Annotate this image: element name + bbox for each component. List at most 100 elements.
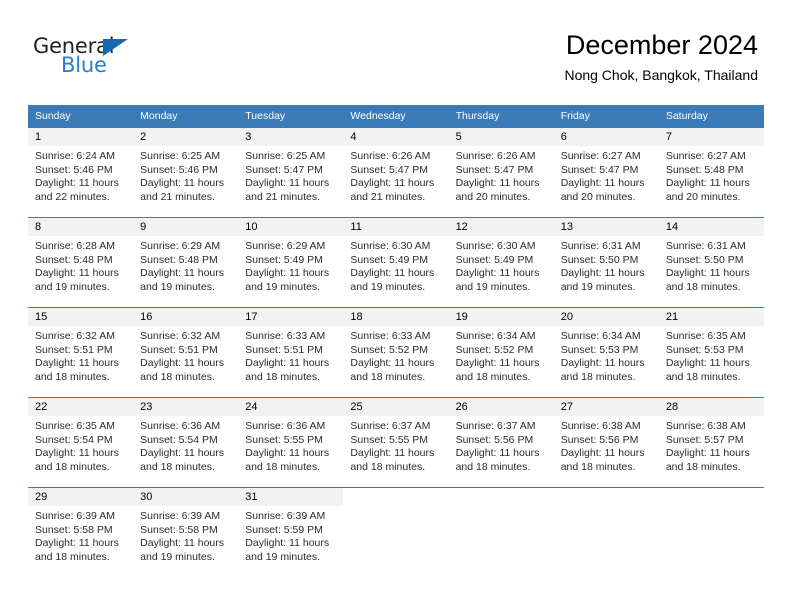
- daylight-text: Daylight: 11 hours and 18 minutes.: [35, 537, 119, 563]
- sunrise-text: Sunrise: 6:38 AM: [560, 420, 641, 432]
- calendar-page: General Blue December 2024 Nong Chok, Ba…: [0, 0, 792, 612]
- day-details: Sunrise: 6:32 AM Sunset: 5:51 PM Dayligh…: [28, 326, 133, 384]
- day-number: 3: [238, 128, 344, 146]
- calendar-body: 1 Sunrise: 6:24 AM Sunset: 5:46 PM Dayli…: [28, 127, 764, 578]
- day-cell[interactable]: 26 Sunrise: 6:37 AM Sunset: 5:56 PM Dayl…: [448, 397, 554, 488]
- daylight-text: Daylight: 11 hours and 18 minutes.: [560, 447, 645, 473]
- weekday-header-monday: Monday: [133, 105, 239, 128]
- day-cell[interactable]: 19 Sunrise: 6:34 AM Sunset: 5:52 PM Dayl…: [448, 307, 554, 398]
- day-cell[interactable]: 24 Sunrise: 6:36 AM Sunset: 5:55 PM Dayl…: [238, 397, 344, 488]
- sunrise-text: Sunrise: 6:25 AM: [245, 150, 326, 162]
- day-cell[interactable]: 14 Sunrise: 6:31 AM Sunset: 5:50 PM Dayl…: [658, 217, 764, 308]
- day-cell[interactable]: 11 Sunrise: 6:30 AM Sunset: 5:49 PM Dayl…: [343, 217, 449, 308]
- page-subtitle: Nong Chok, Bangkok, Thailand: [564, 67, 758, 84]
- day-cell[interactable]: 4 Sunrise: 6:26 AM Sunset: 5:47 PM Dayli…: [343, 127, 449, 218]
- day-cell[interactable]: 2 Sunrise: 6:25 AM Sunset: 5:46 PM Dayli…: [133, 127, 239, 218]
- sunset-text: Sunset: 5:52 PM: [455, 343, 534, 356]
- day-cell[interactable]: 22 Sunrise: 6:35 AM Sunset: 5:54 PM Dayl…: [28, 397, 134, 488]
- calendar-week-row: 1 Sunrise: 6:24 AM Sunset: 5:46 PM Dayli…: [28, 127, 764, 218]
- day-cell[interactable]: 9 Sunrise: 6:29 AM Sunset: 5:48 PM Dayli…: [133, 217, 239, 308]
- day-details: Sunrise: 6:31 AM Sunset: 5:50 PM Dayligh…: [554, 236, 659, 294]
- calendar-week-row: 8 Sunrise: 6:28 AM Sunset: 5:48 PM Dayli…: [28, 217, 764, 308]
- day-number: 9: [133, 218, 239, 236]
- day-cell[interactable]: 29 Sunrise: 6:39 AM Sunset: 5:58 PM Dayl…: [28, 487, 134, 578]
- sunrise-text: Sunrise: 6:26 AM: [350, 150, 431, 162]
- daylight-text: Daylight: 11 hours and 19 minutes.: [455, 267, 540, 293]
- day-cell[interactable]: 18 Sunrise: 6:33 AM Sunset: 5:52 PM Dayl…: [343, 307, 449, 398]
- day-details: Sunrise: 6:37 AM Sunset: 5:56 PM Dayligh…: [449, 416, 554, 474]
- day-details: Sunrise: 6:34 AM Sunset: 5:53 PM Dayligh…: [554, 326, 659, 384]
- logo-text-blue: Blue: [61, 53, 107, 77]
- day-cell[interactable]: 10 Sunrise: 6:29 AM Sunset: 5:49 PM Dayl…: [238, 217, 344, 308]
- day-cell[interactable]: 27 Sunrise: 6:38 AM Sunset: 5:56 PM Dayl…: [553, 397, 659, 488]
- day-details: Sunrise: 6:37 AM Sunset: 5:55 PM Dayligh…: [343, 416, 448, 474]
- sunset-text: Sunset: 5:49 PM: [455, 253, 534, 266]
- day-cell[interactable]: 17 Sunrise: 6:33 AM Sunset: 5:51 PM Dayl…: [238, 307, 344, 398]
- day-cell[interactable]: 15 Sunrise: 6:32 AM Sunset: 5:51 PM Dayl…: [28, 307, 134, 398]
- day-cell[interactable]: 21 Sunrise: 6:35 AM Sunset: 5:53 PM Dayl…: [658, 307, 764, 398]
- day-cell[interactable]: 16 Sunrise: 6:32 AM Sunset: 5:51 PM Dayl…: [133, 307, 239, 398]
- day-number: [343, 488, 449, 506]
- day-details: Sunrise: 6:29 AM Sunset: 5:48 PM Dayligh…: [133, 236, 238, 294]
- day-details: Sunrise: 6:30 AM Sunset: 5:49 PM Dayligh…: [449, 236, 554, 294]
- sunrise-sunset-calendar: Sunday Monday Tuesday Wednesday Thursday…: [28, 105, 764, 578]
- generalblue-logo[interactable]: General Blue: [33, 36, 203, 86]
- day-cell[interactable]: 20 Sunrise: 6:34 AM Sunset: 5:53 PM Dayl…: [553, 307, 659, 398]
- day-cell[interactable]: 31 Sunrise: 6:39 AM Sunset: 5:59 PM Dayl…: [238, 487, 344, 578]
- day-cell[interactable]: 8 Sunrise: 6:28 AM Sunset: 5:48 PM Dayli…: [28, 217, 134, 308]
- day-number: 30: [133, 488, 239, 506]
- day-cell[interactable]: 12 Sunrise: 6:30 AM Sunset: 5:49 PM Dayl…: [448, 217, 554, 308]
- sunset-text: Sunset: 5:46 PM: [140, 163, 218, 176]
- sunrise-text: Sunrise: 6:32 AM: [140, 330, 221, 342]
- sunrise-text: Sunrise: 6:27 AM: [560, 150, 641, 162]
- daylight-text: Daylight: 11 hours and 18 minutes.: [35, 447, 119, 473]
- day-cell-empty: [553, 487, 659, 578]
- daylight-text: Daylight: 11 hours and 18 minutes.: [245, 357, 330, 383]
- day-details: Sunrise: 6:35 AM Sunset: 5:53 PM Dayligh…: [659, 326, 764, 384]
- day-number: 2: [133, 128, 239, 146]
- day-details: Sunrise: 6:39 AM Sunset: 5:58 PM Dayligh…: [133, 506, 238, 564]
- sunset-text: Sunset: 5:48 PM: [665, 163, 744, 176]
- daylight-text: Daylight: 11 hours and 18 minutes.: [455, 447, 540, 473]
- sunrise-text: Sunrise: 6:34 AM: [560, 330, 641, 342]
- day-cell[interactable]: 6 Sunrise: 6:27 AM Sunset: 5:47 PM Dayli…: [553, 127, 659, 218]
- day-details: Sunrise: 6:38 AM Sunset: 5:56 PM Dayligh…: [554, 416, 659, 474]
- day-number: [553, 488, 659, 506]
- sunset-text: Sunset: 5:53 PM: [560, 343, 639, 356]
- triangle-icon: [103, 39, 128, 56]
- day-cell[interactable]: 1 Sunrise: 6:24 AM Sunset: 5:46 PM Dayli…: [28, 127, 134, 218]
- daylight-text: Daylight: 11 hours and 18 minutes.: [665, 357, 750, 383]
- sunrise-text: Sunrise: 6:25 AM: [140, 150, 221, 162]
- day-number: 11: [343, 218, 449, 236]
- day-cell[interactable]: 13 Sunrise: 6:31 AM Sunset: 5:50 PM Dayl…: [553, 217, 659, 308]
- daylight-text: Daylight: 11 hours and 21 minutes.: [245, 177, 330, 203]
- day-cell[interactable]: 30 Sunrise: 6:39 AM Sunset: 5:58 PM Dayl…: [133, 487, 239, 578]
- day-cell[interactable]: 7 Sunrise: 6:27 AM Sunset: 5:48 PM Dayli…: [658, 127, 764, 218]
- day-details: Sunrise: 6:28 AM Sunset: 5:48 PM Dayligh…: [28, 236, 133, 294]
- sunset-text: Sunset: 5:47 PM: [455, 163, 534, 176]
- day-details: Sunrise: 6:24 AM Sunset: 5:46 PM Dayligh…: [28, 146, 133, 204]
- day-cell[interactable]: 3 Sunrise: 6:25 AM Sunset: 5:47 PM Dayli…: [238, 127, 344, 218]
- day-details: Sunrise: 6:25 AM Sunset: 5:46 PM Dayligh…: [133, 146, 238, 204]
- sunrise-text: Sunrise: 6:33 AM: [245, 330, 326, 342]
- day-details: Sunrise: 6:32 AM Sunset: 5:51 PM Dayligh…: [133, 326, 238, 384]
- day-details: Sunrise: 6:33 AM Sunset: 5:52 PM Dayligh…: [343, 326, 448, 384]
- day-number: 24: [238, 398, 344, 416]
- daylight-text: Daylight: 11 hours and 19 minutes.: [350, 267, 435, 293]
- day-cell[interactable]: 28 Sunrise: 6:38 AM Sunset: 5:57 PM Dayl…: [658, 397, 764, 488]
- sunrise-text: Sunrise: 6:39 AM: [35, 510, 115, 522]
- daylight-text: Daylight: 11 hours and 18 minutes.: [455, 357, 540, 383]
- day-cell[interactable]: 23 Sunrise: 6:36 AM Sunset: 5:54 PM Dayl…: [133, 397, 239, 488]
- sunset-text: Sunset: 5:46 PM: [35, 163, 113, 176]
- daylight-text: Daylight: 11 hours and 18 minutes.: [560, 357, 645, 383]
- day-details: Sunrise: 6:25 AM Sunset: 5:47 PM Dayligh…: [238, 146, 343, 204]
- weekday-header-saturday: Saturday: [658, 105, 764, 128]
- day-number: 14: [658, 218, 764, 236]
- day-cell[interactable]: 25 Sunrise: 6:37 AM Sunset: 5:55 PM Dayl…: [343, 397, 449, 488]
- daylight-text: Daylight: 11 hours and 18 minutes.: [350, 357, 435, 383]
- weekday-header-row: Sunday Monday Tuesday Wednesday Thursday…: [28, 105, 764, 128]
- day-number: 27: [553, 398, 659, 416]
- sunset-text: Sunset: 5:48 PM: [140, 253, 218, 266]
- day-cell[interactable]: 5 Sunrise: 6:26 AM Sunset: 5:47 PM Dayli…: [448, 127, 554, 218]
- sunset-text: Sunset: 5:55 PM: [245, 433, 323, 446]
